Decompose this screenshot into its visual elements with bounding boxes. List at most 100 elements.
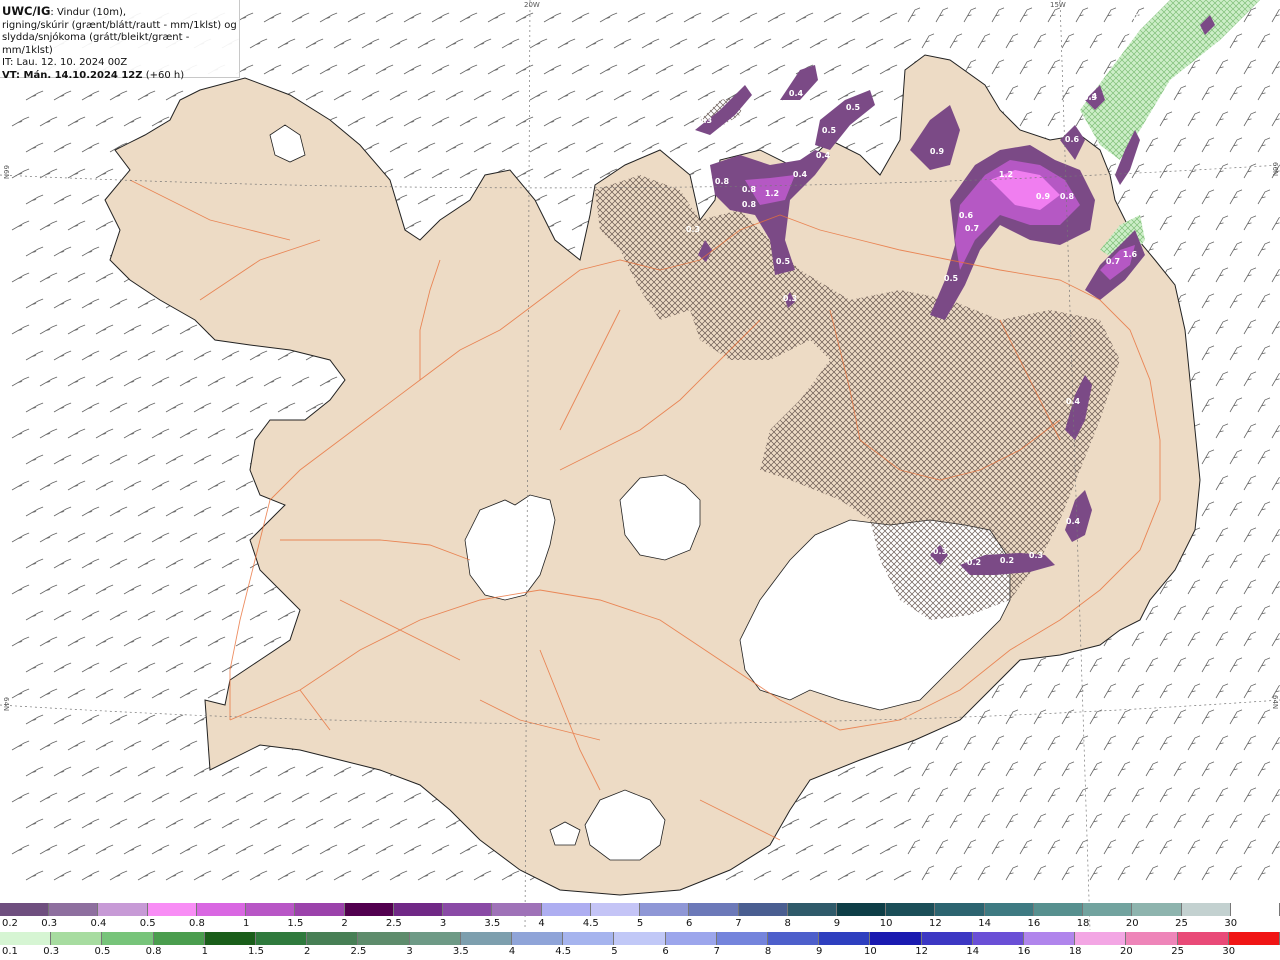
scale-label: 5 [636,918,644,929]
scale-label: 0.3 [43,946,60,957]
lat-label-64n-right: 64N [1271,695,1279,710]
scale-cell [921,932,973,945]
precip-value: 0.4 [1133,13,1148,22]
scale-label: 10 [864,946,877,957]
scale-label: 10 [879,918,893,929]
scale-label: 5 [611,946,618,957]
scale-label: 20 [1120,946,1133,957]
info-line-1: UWC/IG: Vindur (10m), [2,5,239,20]
precip-value: 0.2 [967,558,981,567]
scale-cell [541,903,591,916]
scale-cell [1230,903,1280,916]
scale-label: 0.3 [41,918,58,929]
scale-cell [1132,903,1182,916]
scale-cell [0,932,52,945]
scale-cell [768,932,820,945]
init-time: IT: Lau. 12. 10. 2024 00Z [2,57,128,68]
scale-cell [1228,932,1280,945]
scale-cell [716,932,769,945]
precip-value: 0.8 [1060,192,1075,201]
scale-cell [443,903,493,916]
scale-label: 25 [1171,946,1184,957]
precip-value: 0.5 [944,274,959,283]
scale-cell [0,903,50,916]
rain-scale-labels: 0.1 0.3 0.5 0.8 1 1.5 2 2.5 3 3.5 4 4.5 5 6 7 8 9 10 12 14 1… [0,946,1280,958]
scale-cell [1075,932,1127,945]
scale-label: 2.5 [385,918,402,929]
scale-cell [295,903,345,916]
precip-value: 0.4 [816,151,831,160]
scale-label: 0.8 [145,946,162,957]
scale-label: 0.5 [94,946,111,957]
precip-value: 0.5 [776,257,791,266]
precip-value: 0.4 [1066,517,1081,526]
precip-value: 0.3 [1029,551,1043,560]
precip-value: 1.6 [1123,250,1138,259]
scale-label: 0.1 [2,946,18,957]
scale-label: 8 [784,918,791,929]
info-line-2: rigning/skúrir (grænt/blátt/rautt - mm/1… [2,19,237,31]
scale-label: 18 [1068,946,1082,957]
scale-label: 30 [1224,918,1238,929]
scale-cell [49,903,99,916]
scale-cell [870,932,922,945]
scale-cell [307,932,359,945]
precip-value: 0.3 [933,547,947,556]
scale-label: 0.2 [2,918,18,929]
scale-cell [1024,932,1076,945]
valid-time-line: VT: Mán. 14.10.2024 12Z (+60 h) [2,70,239,83]
scale-label: 14 [966,946,980,957]
precip-value: 0.7 [1106,257,1120,266]
scale-cell [836,903,887,916]
scale-cell [614,932,666,945]
scale-cell [204,932,257,945]
scale-label: 25 [1175,918,1188,929]
scale-label: 0.4 [90,918,107,929]
scale-label: 20 [1125,918,1139,929]
scale-label: 16 [1027,918,1041,929]
scale-label: 1 [242,918,250,929]
valid-time: VT: Mán. 14.10.2024 12Z [2,69,143,81]
lon-label-20w: 20W [524,1,540,9]
precip-value: 0.8 [715,177,730,186]
precip-value: 0.3 [783,294,797,303]
scale-cell [738,903,788,916]
precip-value: 0.2 [1000,556,1014,565]
scale-cell [640,903,690,916]
scale-label: 18 [1076,918,1090,929]
scale-cell [512,932,564,945]
scale-cell [1126,932,1178,945]
precip-value: 0.3 [686,225,700,234]
scale-label: 7 [735,918,742,929]
scale-label: 9 [816,946,823,957]
scale-cell [344,903,394,916]
precip-value: 0.4 [789,89,804,98]
scale-cell [665,932,717,945]
scale-cell [460,932,513,945]
scale-cell [972,932,1025,945]
scale-label: 30 [1222,946,1236,957]
lat-label-66n-right: 66N [1271,162,1279,177]
lead-time: (+60 h) [145,69,185,81]
scale-cell [256,932,308,945]
scale-label: 6 [686,918,693,929]
scale-cell [984,903,1034,916]
scale-label: 3.5 [484,918,501,929]
scale-cell [51,932,103,945]
precip-value: 0.9 [1036,192,1051,201]
scale-label: 12 [915,946,928,957]
precip-value: 0.9 [930,147,945,156]
scale-label: 2 [304,946,311,957]
rain-color-scale [0,932,1280,945]
scale-cell [1033,903,1084,916]
scale-cell [246,903,296,916]
weather-map: 0.4 0.4 0.4 0.3 0.4 0.5 0.5 0.4 0.4 0.8 0.9 1.2 0.9 0… [0,0,1280,930]
precip-value: 0.6 [959,211,974,220]
scale-label: 4.5 [555,946,572,957]
scale-label: 9 [833,918,841,929]
scale-label: 3.5 [452,946,469,957]
scale-cell [393,903,444,916]
scale-cell [196,903,247,916]
snow-scale-labels: 0.2 0.3 0.4 0.5 0.8 1 1.5 2 2.5 3 3.5 4 4.5 5 6 7 8 9 10 12… [0,918,1280,930]
precip-value: 0.5 [822,126,837,135]
